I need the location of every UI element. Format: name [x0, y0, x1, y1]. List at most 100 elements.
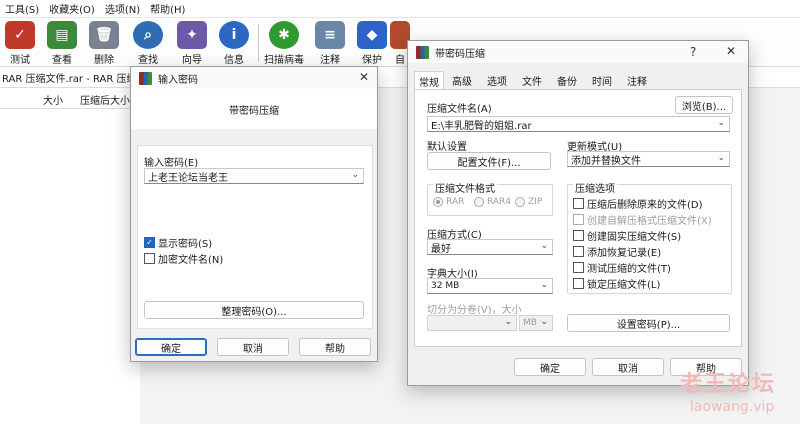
lock-archive-checkbox[interactable]: 锁定压缩文件(L)	[573, 276, 660, 291]
format-zip-radio[interactable]: ZIP	[515, 197, 542, 207]
delete-after-checkbox[interactable]: 压缩后删除原来的文件(D)	[573, 196, 703, 211]
protect-label: 保护	[362, 55, 382, 66]
test-button[interactable]: ✓ 测试	[0, 20, 40, 66]
format-rar-radio[interactable]: RAR	[433, 197, 464, 207]
menu-tools[interactable]: 工具(S)	[0, 1, 44, 16]
menu-options[interactable]: 选项(N)	[100, 1, 145, 16]
check-icon: ✓	[144, 237, 155, 248]
comment-button[interactable]: ≡ 注释	[310, 20, 350, 66]
profiles-button[interactable]: 配置文件(F)...	[427, 152, 551, 170]
help-button[interactable]: 帮助	[299, 338, 371, 356]
archive-name-value: E:\丰乳肥臀的姐姐.rar	[431, 120, 532, 132]
cancel-button[interactable]: 取消	[217, 338, 289, 356]
virus-scan-icon: ✱	[269, 21, 299, 49]
tab-comment[interactable]: 注释	[627, 71, 647, 89]
organize-passwords-button[interactable]: 整理密码(O)...	[144, 301, 364, 319]
sfx-checkbox[interactable]: 创建自解压格式压缩文件(X)	[573, 212, 712, 227]
tab-strip: 常规 高级 选项 文件 备份 时间 注释	[414, 71, 744, 90]
comment-label: 注释	[320, 55, 340, 66]
virus-scan-button[interactable]: ✱ 扫描病毒	[264, 20, 304, 66]
set-password-button[interactable]: 设置密码(P)...	[567, 314, 730, 332]
wizard-button[interactable]: ✦ 向导	[172, 20, 212, 66]
delete-button[interactable]: 🗑 删除	[84, 20, 124, 66]
protect-button[interactable]: ◆ 保护	[352, 20, 392, 66]
split-unit-value: MB	[523, 318, 537, 328]
format-group-label: 压缩文件格式	[433, 180, 497, 195]
password-input[interactable]: 上老王论坛当老王 ⌄	[144, 168, 364, 184]
method-value: 最好	[431, 243, 451, 255]
checkbox-box	[573, 230, 584, 241]
chevron-down-icon: ⌄	[504, 317, 512, 327]
menu-bar: 工具(S) 收藏夹(O) 选项(N) 帮助(H)	[0, 0, 800, 18]
delete-after-label: 压缩后删除原来的文件(D)	[587, 200, 703, 211]
info-icon: i	[219, 21, 249, 49]
tab-files[interactable]: 文件	[522, 71, 542, 89]
radio-dot	[474, 197, 484, 207]
checkbox-box	[144, 253, 155, 264]
recovery-record-checkbox[interactable]: 添加恢复记录(E)	[573, 244, 661, 259]
password-label: 输入密码(E)	[144, 158, 199, 169]
checkbox-box	[573, 214, 584, 225]
test-icon: ✓	[5, 21, 35, 49]
find-icon: ⌕	[133, 21, 163, 49]
view-label: 查看	[52, 55, 72, 66]
chevron-down-icon: ⌄	[717, 153, 725, 163]
virus-scan-label: 扫描病毒	[264, 55, 304, 66]
chevron-down-icon: ⌄	[540, 317, 548, 327]
tab-options[interactable]: 选项	[487, 71, 507, 89]
password-dialog-header: 带密码压缩	[131, 89, 377, 129]
browse-button[interactable]: 浏览(B)...	[675, 96, 733, 114]
encrypt-names-checkbox[interactable]: 加密文件名(N)	[144, 251, 223, 266]
menu-help[interactable]: 帮助(H)	[145, 1, 190, 16]
info-button[interactable]: i 信息	[214, 20, 254, 66]
tab-backup[interactable]: 备份	[557, 71, 577, 89]
solid-label: 创建固实压缩文件(S)	[587, 232, 682, 243]
close-icon[interactable]: ✕	[726, 44, 736, 58]
cancel-button[interactable]: 取消	[592, 358, 664, 376]
solid-checkbox[interactable]: 创建固实压缩文件(S)	[573, 228, 681, 243]
radio-dot	[433, 197, 443, 207]
test-label: 测试	[10, 55, 30, 66]
password-dialog: 输入密码 ✕ 带密码压缩 输入密码(E) 上老王论坛当老王 ⌄ ✓ 显示密码(S)…	[130, 66, 378, 362]
winrar-icon	[139, 71, 152, 85]
wizard-icon: ✦	[177, 21, 207, 49]
dictionary-select[interactable]: 32 MB ⌄	[427, 278, 553, 294]
archive-dialog-title: 带密码压缩	[435, 48, 485, 60]
split-unit-select[interactable]: MB ⌄	[519, 315, 553, 331]
delete-label: 删除	[94, 55, 114, 66]
delete-icon: 🗑	[89, 21, 119, 49]
recovery-record-label: 添加恢复记录(E)	[587, 248, 662, 259]
close-icon[interactable]: ✕	[359, 70, 369, 84]
password-panel: 输入密码(E) 上老王论坛当老王 ⌄ ✓ 显示密码(S) 加密文件名(N) 整理密…	[137, 145, 373, 329]
update-mode-value: 添加并替换文件	[571, 155, 641, 167]
chevron-down-icon: ⌄	[717, 118, 725, 128]
tab-general[interactable]: 常规	[414, 71, 444, 90]
test-archived-checkbox[interactable]: 测试压缩的文件(T)	[573, 260, 671, 275]
format-rar4-radio[interactable]: RAR4	[474, 197, 511, 207]
view-button[interactable]: ▤ 查看	[42, 20, 82, 66]
archive-dialog-titlebar: 带密码压缩	[408, 41, 748, 63]
tab-advanced[interactable]: 高级	[452, 71, 472, 89]
chevron-down-icon: ⌄	[540, 241, 548, 251]
watermark-title: 老王论坛	[680, 372, 777, 397]
help-title-button[interactable]: ?	[690, 45, 696, 59]
protect-icon: ◆	[357, 21, 387, 49]
column-packed[interactable]: 压缩后大小	[80, 92, 130, 107]
column-size[interactable]: 大小	[43, 92, 63, 107]
ok-button[interactable]: 确定	[514, 358, 586, 376]
method-select[interactable]: 最好 ⌄	[427, 239, 553, 255]
show-password-checkbox[interactable]: ✓ 显示密码(S)	[144, 235, 212, 250]
tab-time[interactable]: 时间	[592, 71, 612, 89]
menu-favorites[interactable]: 收藏夹(O)	[44, 1, 100, 16]
ok-button[interactable]: 确定	[135, 338, 207, 356]
file-list[interactable]	[0, 109, 140, 424]
column-headers: 大小 压缩后大小	[0, 88, 140, 109]
checkbox-box	[573, 278, 584, 289]
password-dialog-heading: 带密码压缩	[229, 105, 279, 117]
dictionary-value: 32 MB	[431, 281, 460, 291]
split-size-select[interactable]: ⌄	[427, 315, 517, 331]
archive-name-combo[interactable]: E:\丰乳肥臀的姐姐.rar ⌄	[427, 116, 730, 132]
update-mode-select[interactable]: 添加并替换文件 ⌄	[567, 151, 730, 167]
format-zip-label: ZIP	[528, 197, 543, 207]
find-button[interactable]: ⌕ 查找	[128, 20, 168, 66]
